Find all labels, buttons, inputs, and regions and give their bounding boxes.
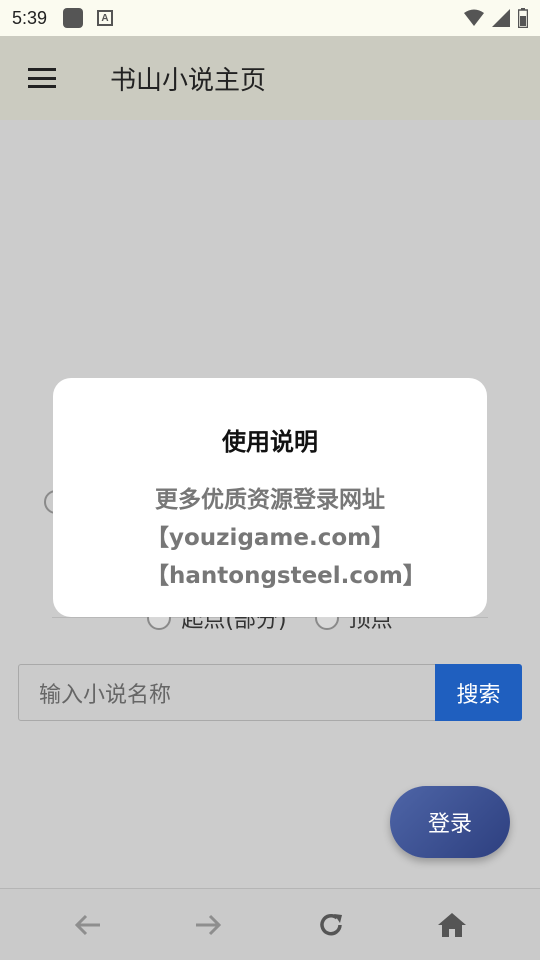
forward-arrow-icon[interactable] [192,909,224,941]
search-button[interactable]: 搜索 [435,664,522,721]
status-bar: 5:39 A [0,0,540,36]
home-icon[interactable] [436,909,468,941]
reload-icon[interactable] [315,909,347,941]
dialog-title: 使用说明 [222,428,318,456]
status-indicators [464,8,528,28]
battery-icon [518,8,528,28]
dialog-line-3[interactable]: 【hantongsteel.com】 [53,557,487,595]
dialog-line-2[interactable]: 【youzigame.com】 [53,519,487,557]
status-time: 5:39 [12,7,48,28]
signal-icon [492,9,510,27]
menu-icon[interactable] [28,68,56,88]
dialog-line-1: 更多优质资源登录网址 [155,487,385,513]
dialog-message: 更多优质资源登录网址 【youzigame.com】 【hantongsteel… [53,481,487,595]
search-input[interactable]: 输入小说名称 [18,664,436,721]
login-button[interactable]: 登录 [390,786,510,858]
wifi-icon [464,9,484,26]
back-arrow-icon[interactable] [72,909,104,941]
accessibility-icon: A [97,10,114,26]
app-bar: 书山小说主页 [0,36,540,120]
bottom-navigation [0,888,540,960]
notification-icon [63,8,84,28]
page-title: 书山小说主页 [110,65,267,96]
